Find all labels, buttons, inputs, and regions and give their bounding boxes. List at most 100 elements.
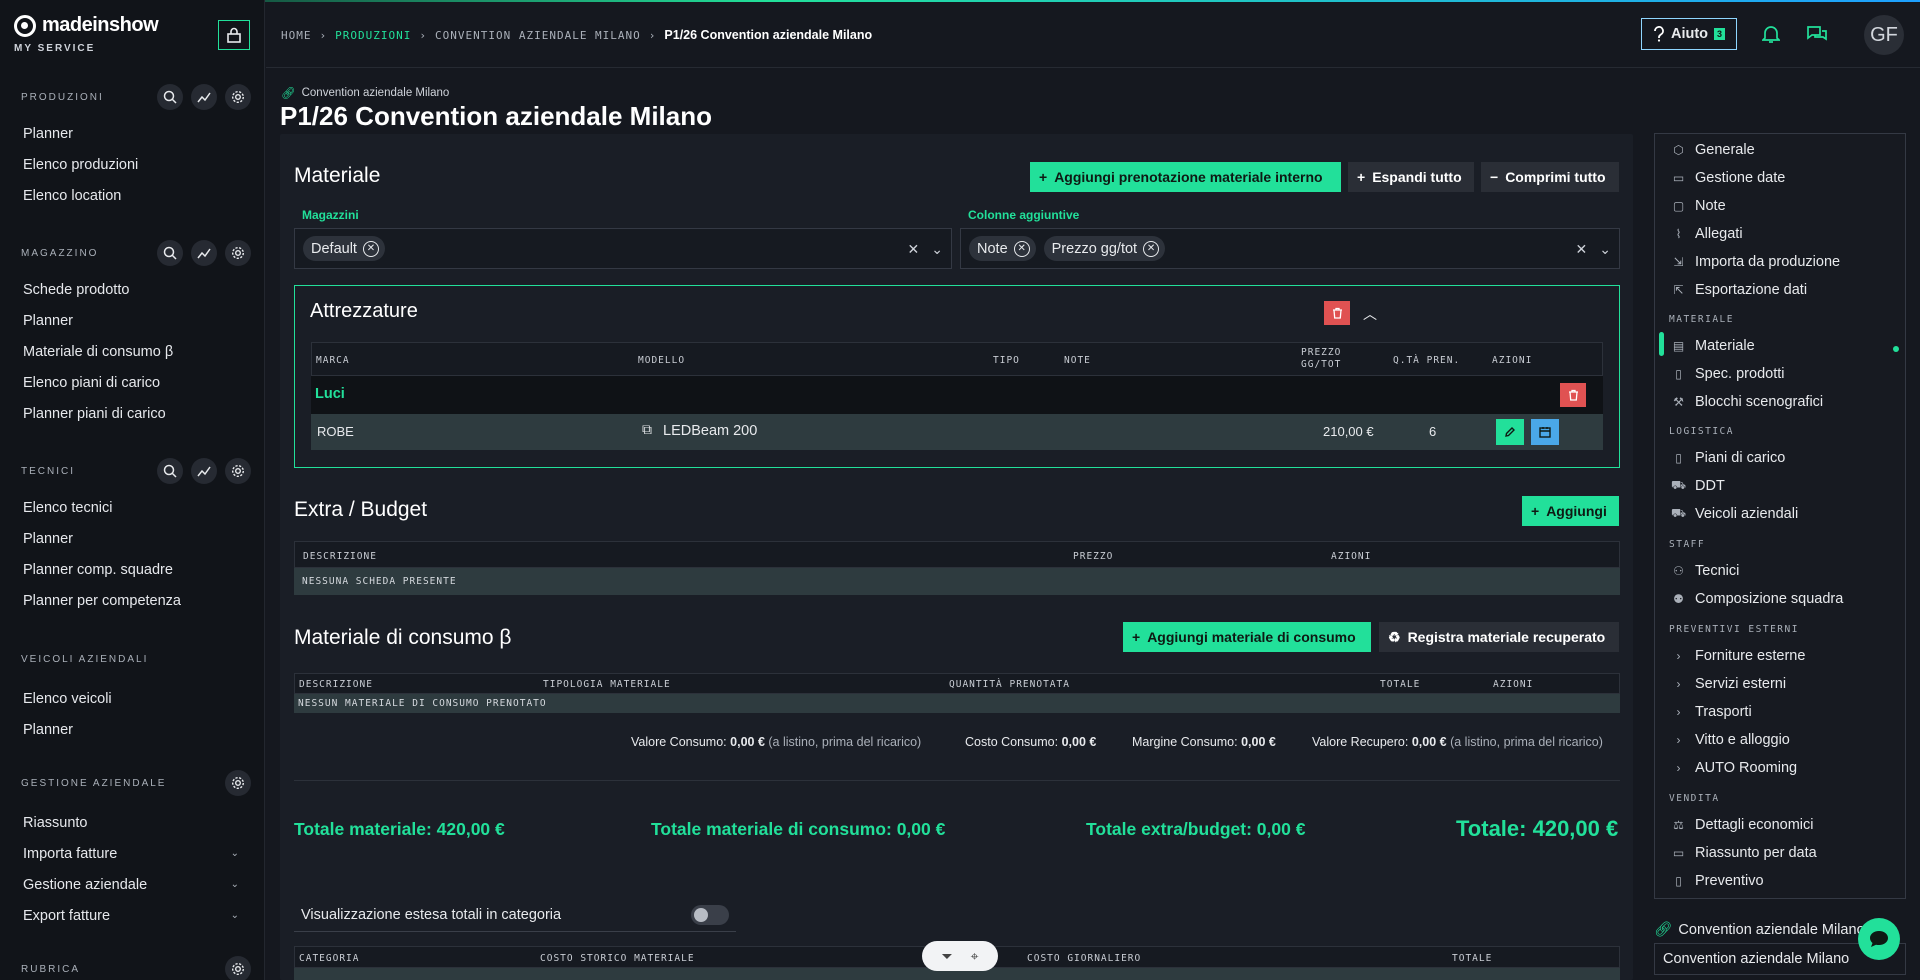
project-link[interactable]: 🔗︎ Convention aziendale Milano bbox=[1654, 921, 1865, 939]
sidebar-item-label: Planner bbox=[23, 530, 73, 547]
expand-all-button[interactable]: + Espandi tutto bbox=[1348, 162, 1474, 192]
sidebar-item-planner[interactable]: Planner bbox=[0, 714, 264, 745]
add-internal-material-button[interactable]: + Aggiungi prenotazione materiale interno bbox=[1030, 162, 1341, 192]
help-button[interactable]: Aiuto 3 bbox=[1641, 18, 1737, 50]
consumo-empty-row: NESSUN MATERIALE DI CONSUMO PRENOTATO bbox=[294, 694, 1620, 713]
magazzini-select[interactable]: Default ✕ ✕ ⌄ bbox=[294, 228, 952, 269]
lock-button[interactable] bbox=[218, 20, 250, 50]
sidebar-item-elenco-tecnici[interactable]: Elenco tecnici bbox=[0, 492, 264, 523]
chip-remove-icon[interactable]: ✕ bbox=[1143, 240, 1160, 257]
nav-generale[interactable]: ⬡ Generale bbox=[1671, 137, 1754, 163]
sidebar-item-planner[interactable]: Planner bbox=[0, 305, 264, 336]
nav-dettagli[interactable]: ⚖︎ Dettagli economici bbox=[1671, 812, 1813, 838]
sidebar-item-label: Riassunto bbox=[23, 814, 88, 831]
avatar[interactable]: GF bbox=[1864, 15, 1904, 55]
nav-spec-prodotti[interactable]: ▯ Spec. prodotti bbox=[1671, 361, 1784, 387]
export-icon: ⇱ bbox=[1673, 283, 1684, 297]
sidebar-item-piani-carico[interactable]: Elenco piani di carico bbox=[0, 367, 264, 398]
sidebar-item-planner-comp-squadre[interactable]: Planner comp. squadre bbox=[0, 554, 264, 585]
gear-icon[interactable] bbox=[225, 240, 251, 266]
sidebar-item-importa-fatture[interactable]: Importa fatture ⌄ bbox=[0, 838, 264, 869]
chip-note: Note ✕ bbox=[969, 236, 1036, 261]
page-parent-link[interactable]: 🔗︎ Convention aziendale Milano bbox=[281, 86, 449, 100]
nav-tecnici[interactable]: ⚇ Tecnici bbox=[1671, 558, 1739, 584]
breadcrumb-produzioni[interactable]: PRODUZIONI bbox=[335, 29, 411, 42]
filter-icon[interactable]: ⏷ bbox=[941, 948, 952, 965]
sidebar-item-export-fatture[interactable]: Export fatture ⌄ bbox=[0, 900, 264, 931]
nav-trasporti[interactable]: › Trasporti bbox=[1671, 699, 1752, 725]
breadcrumb-home[interactable]: HOME bbox=[281, 29, 312, 42]
sidebar-item-planner[interactable]: Planner bbox=[0, 523, 264, 554]
nav-importa[interactable]: ⇲ Importa da produzione bbox=[1671, 249, 1840, 275]
nav-head-preventivi: PREVENTIVI ESTERNI bbox=[1669, 624, 1799, 635]
trend-chart-icon[interactable] bbox=[191, 458, 217, 484]
delete-category-button[interactable] bbox=[1324, 301, 1350, 325]
nav-materiale[interactable]: ▤ Materiale bbox=[1671, 333, 1755, 359]
nav-riassunto[interactable]: ▭ Riassunto per data bbox=[1671, 840, 1817, 866]
nav-composizione[interactable]: ⚉ Composizione squadra bbox=[1671, 586, 1843, 612]
extended-totals-toggle[interactable] bbox=[691, 905, 729, 925]
bell-icon[interactable] bbox=[1760, 24, 1782, 47]
sidebar-item-elenco-produzioni[interactable]: Elenco produzioni bbox=[0, 149, 264, 180]
breadcrumb-convention[interactable]: CONVENTION AZIENDALE MILANO bbox=[435, 29, 641, 42]
nav-piani-carico[interactable]: ▯ Piani di carico bbox=[1671, 445, 1785, 471]
materiale-title: Materiale bbox=[294, 164, 381, 187]
target-icon[interactable]: ⌖ bbox=[971, 948, 979, 965]
sidebar-item-elenco-location[interactable]: Elenco location bbox=[0, 180, 264, 211]
chevron-up-icon[interactable]: ︿ bbox=[1363, 304, 1377, 324]
trend-chart-icon[interactable] bbox=[191, 84, 217, 110]
nav-preventivo[interactable]: ▯ Preventivo bbox=[1671, 868, 1763, 894]
chevron-down-icon[interactable]: ⌄ bbox=[931, 241, 943, 258]
nav-note[interactable]: ▢ Note bbox=[1671, 193, 1726, 219]
chip-remove-icon[interactable]: ✕ bbox=[1013, 240, 1030, 257]
clear-icon[interactable]: ✕ bbox=[1576, 241, 1588, 258]
chat-icon[interactable] bbox=[1806, 24, 1828, 47]
button-label: Registra materiale recuperato bbox=[1407, 629, 1606, 645]
chevron-down-icon[interactable]: ⌄ bbox=[1599, 241, 1611, 258]
search-icon[interactable] bbox=[157, 240, 183, 266]
register-recovered-button[interactable]: ♻︎ Registra materiale recuperato bbox=[1379, 622, 1619, 652]
nav-gestione-date[interactable]: ▭ Gestione date bbox=[1671, 165, 1785, 191]
plus-icon: + bbox=[1531, 503, 1540, 519]
sidebar-item-elenco-veicoli[interactable]: Elenco veicoli bbox=[0, 683, 264, 714]
sidebar-item-planner-piani-carico[interactable]: Planner piani di carico bbox=[0, 398, 264, 429]
brand-logo[interactable]: madeinshow bbox=[14, 14, 159, 37]
nav-rooming[interactable]: › AUTO Rooming bbox=[1671, 755, 1798, 781]
nav-forniture[interactable]: › Forniture esterne bbox=[1671, 643, 1806, 669]
label: Valore Consumo: bbox=[631, 735, 727, 749]
search-icon[interactable] bbox=[157, 458, 183, 484]
external-link-icon[interactable]: ⧉ bbox=[642, 421, 652, 438]
chat-fab[interactable] bbox=[1858, 918, 1900, 960]
edit-button[interactable] bbox=[1496, 419, 1524, 445]
nav-blocchi[interactable]: ⚒︎ Blocchi scenografici bbox=[1671, 389, 1823, 415]
add-extra-button[interactable]: + Aggiungi bbox=[1522, 496, 1619, 526]
nav-vitto[interactable]: › Vitto e alloggio bbox=[1671, 727, 1790, 753]
nav-servizi[interactable]: › Servizi esterni bbox=[1671, 671, 1787, 697]
add-consumo-button[interactable]: + Aggiungi materiale di consumo bbox=[1123, 622, 1371, 652]
delete-group-button[interactable] bbox=[1560, 383, 1586, 407]
gear-icon[interactable] bbox=[225, 956, 251, 980]
sidebar-item-label: Elenco location bbox=[23, 187, 122, 204]
sidebar-item-materiale-consumo[interactable]: Materiale di consumo β bbox=[0, 336, 264, 367]
calendar-button[interactable] bbox=[1531, 419, 1559, 445]
sidebar-item-planner-competenza[interactable]: Planner per competenza bbox=[0, 585, 264, 616]
totale-consumo: Totale materiale di consumo: 0,00 € bbox=[651, 819, 946, 839]
gear-icon[interactable] bbox=[225, 458, 251, 484]
nav-allegati[interactable]: ⌇ Allegati bbox=[1671, 221, 1743, 247]
collapse-all-button[interactable]: − Comprimi tutto bbox=[1481, 162, 1619, 192]
search-icon[interactable] bbox=[157, 84, 183, 110]
gear-icon[interactable] bbox=[225, 770, 251, 796]
sidebar-item-riassunto[interactable]: Riassunto bbox=[0, 807, 264, 838]
gear-icon[interactable] bbox=[225, 84, 251, 110]
sidebar-item-schede-prodotto[interactable]: Schede prodotto bbox=[0, 274, 264, 305]
trend-chart-icon[interactable] bbox=[191, 240, 217, 266]
nav-veicoli[interactable]: ⛟ Veicoli aziendali bbox=[1671, 501, 1798, 527]
sidebar-item-planner[interactable]: Planner bbox=[0, 118, 264, 149]
nav-esportazione[interactable]: ⇱ Esportazione dati bbox=[1671, 277, 1807, 303]
sidebar-item-gestione-aziendale[interactable]: Gestione aziendale ⌄ bbox=[0, 869, 264, 900]
colonne-select[interactable]: Note ✕ Prezzo gg/tot ✕ ✕ ⌄ bbox=[960, 228, 1620, 269]
section-title: RUBRICA bbox=[21, 963, 81, 975]
chip-remove-icon[interactable]: ✕ bbox=[362, 240, 379, 257]
nav-ddt[interactable]: ⛟ DDT bbox=[1671, 473, 1725, 499]
clear-icon[interactable]: ✕ bbox=[908, 241, 920, 258]
